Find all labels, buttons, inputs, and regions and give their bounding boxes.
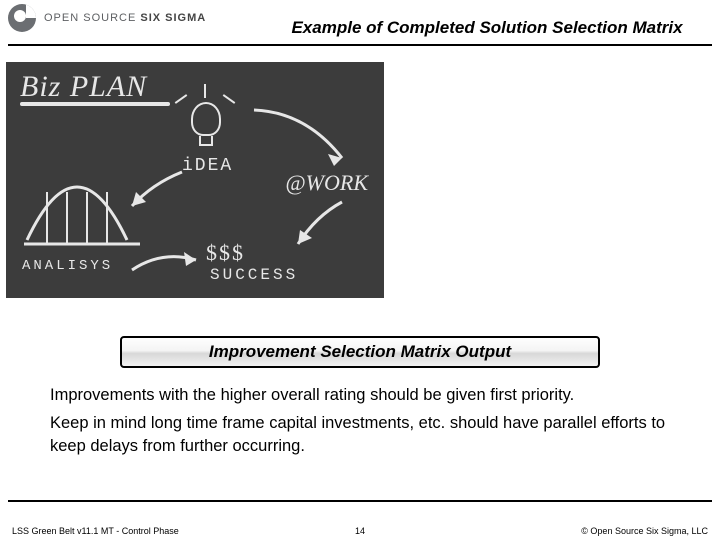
footer-right: © Open Source Six Sigma, LLC xyxy=(581,526,708,536)
brand-open: OPEN SOURCE xyxy=(44,12,136,24)
chalk-work: @WORK xyxy=(285,170,368,196)
body-text: Improvements with the higher overall rat… xyxy=(50,384,698,463)
brand-logo: OPEN SOURCE SIX SIGMA xyxy=(8,4,206,32)
arrow-icon xyxy=(126,246,206,282)
arrow-icon xyxy=(122,166,192,216)
chalk-money: $$$ xyxy=(206,240,245,266)
chalk-biz-text: Biz PLAN xyxy=(20,70,147,103)
body-paragraph-1: Improvements with the higher overall rat… xyxy=(50,384,698,406)
output-heading: Improvement Selection Matrix Output xyxy=(209,342,511,362)
footer-rule xyxy=(8,500,712,502)
body-paragraph-2: Keep in mind long time frame capital inv… xyxy=(50,412,698,457)
output-heading-bar: Improvement Selection Matrix Output xyxy=(120,336,600,368)
arrow-icon xyxy=(246,102,356,172)
brand-mark-icon xyxy=(8,4,36,32)
brand-bold: SIX SIGMA xyxy=(140,12,206,24)
chalkboard-image: Biz PLAN iDEA @WORK ANALISYS $$$ SUCCESS xyxy=(6,62,384,298)
chalk-biz-plan: Biz PLAN xyxy=(20,70,170,106)
chalk-analysis: ANALISYS xyxy=(22,258,113,274)
brand-text: OPEN SOURCE SIX SIGMA xyxy=(44,12,206,24)
chalk-success: SUCCESS xyxy=(210,266,298,284)
page-title: Example of Completed Solution Selection … xyxy=(268,18,706,38)
lightbulb-icon xyxy=(178,92,234,148)
header: OPEN SOURCE SIX SIGMA Example of Complet… xyxy=(8,0,712,46)
slide-root: OPEN SOURCE SIX SIGMA Example of Complet… xyxy=(0,0,720,540)
arrow-icon xyxy=(286,196,356,256)
